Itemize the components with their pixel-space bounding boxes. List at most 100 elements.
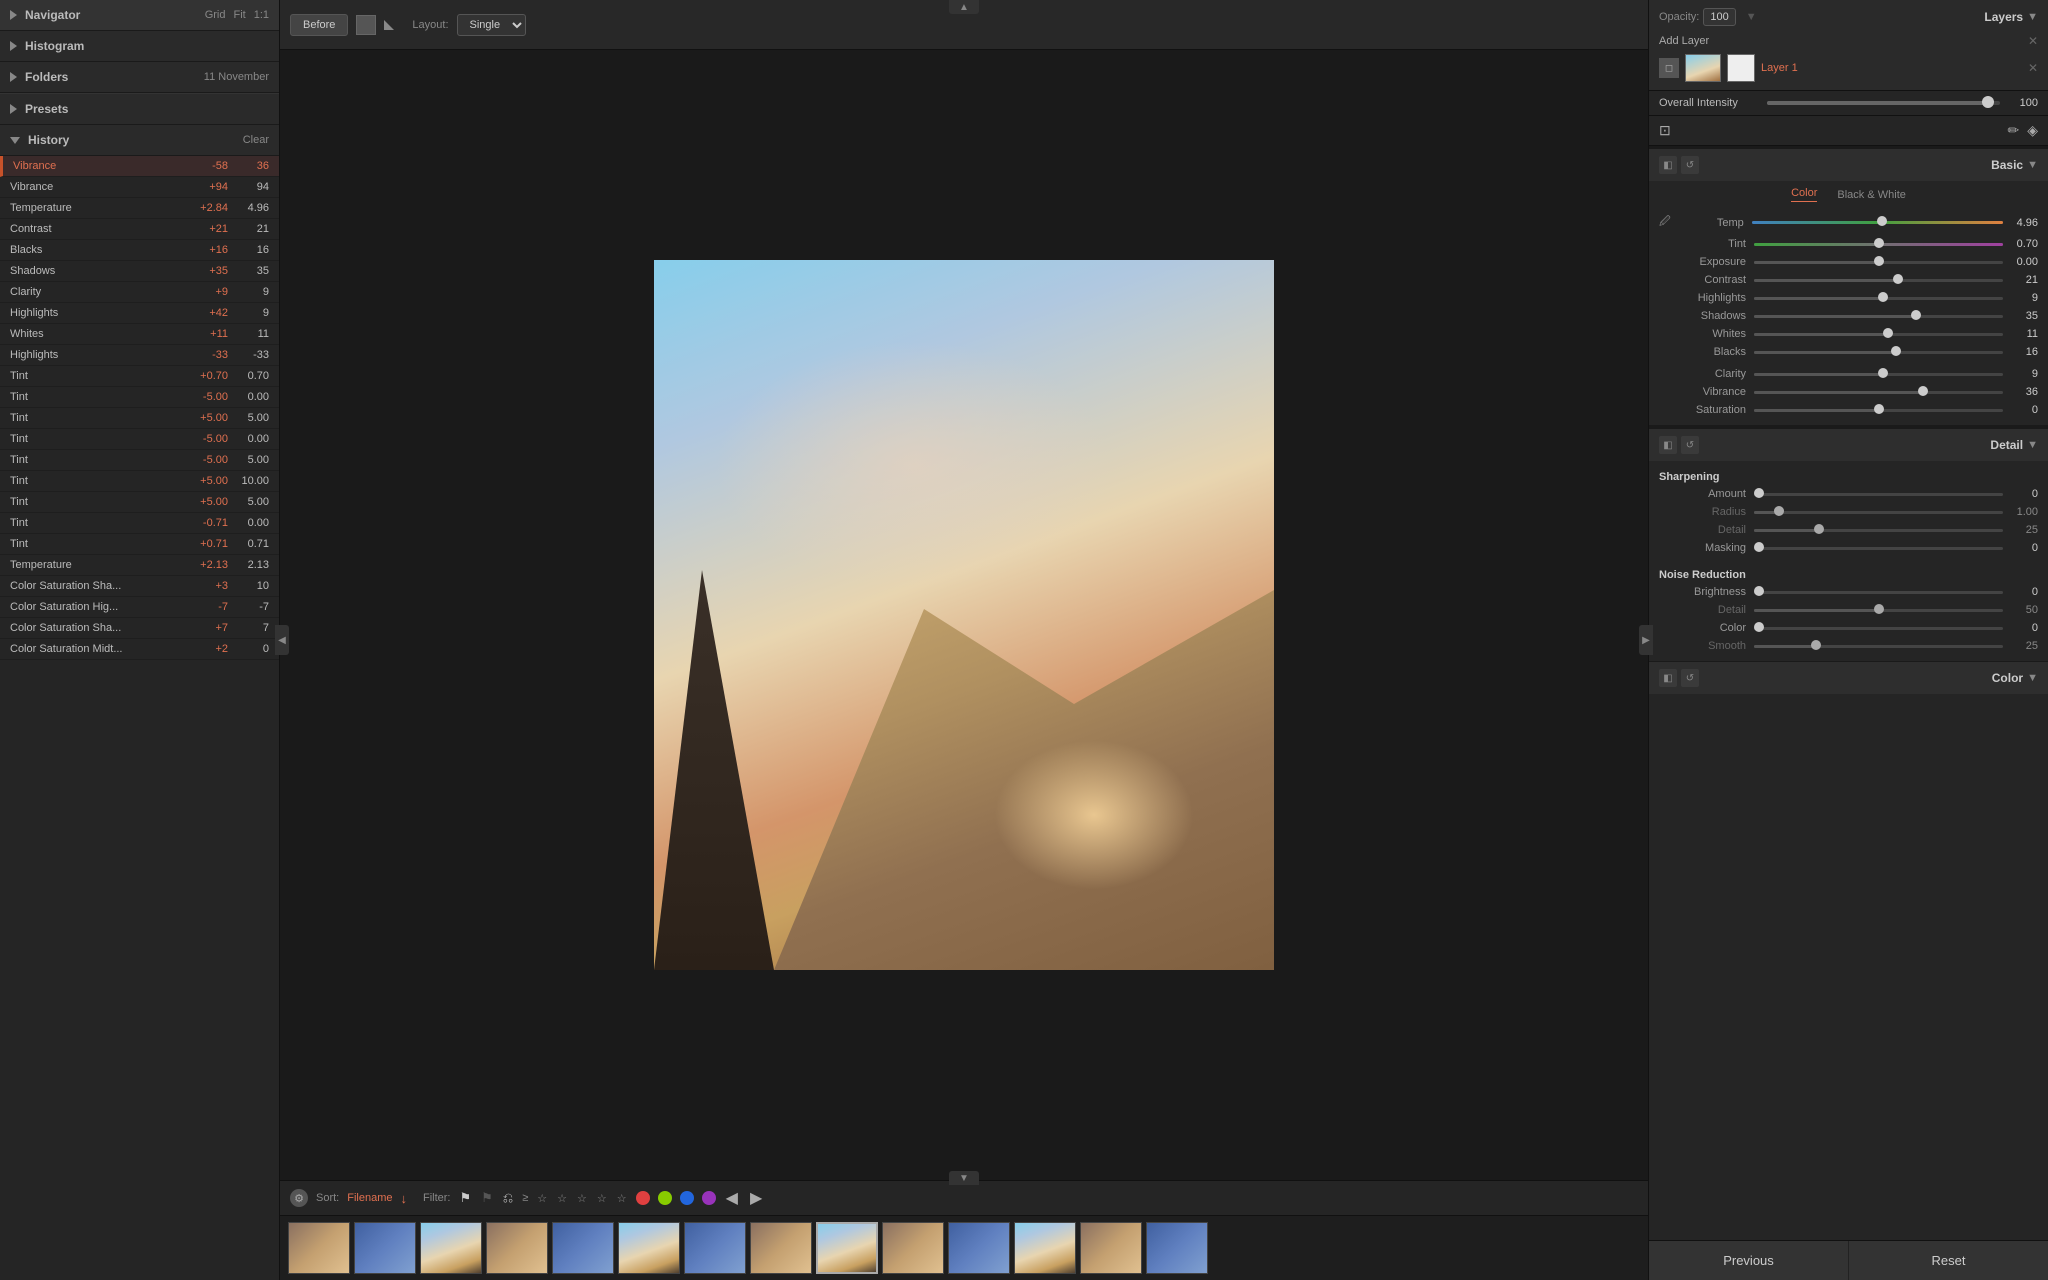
before-button[interactable]: Before	[290, 14, 348, 36]
highlights-thumb[interactable]	[1878, 292, 1888, 302]
history-toggle-icon[interactable]	[10, 137, 20, 144]
history-item[interactable]: Color Saturation Hig...-7-7	[0, 597, 279, 618]
star1-icon[interactable]: ☆	[537, 1192, 547, 1205]
basic-chevron-icon[interactable]: ▼	[2027, 159, 2038, 171]
color-blue-dot[interactable]	[680, 1191, 694, 1205]
tint-thumb[interactable]	[1874, 238, 1884, 248]
color-green-dot[interactable]	[658, 1191, 672, 1205]
pen-icon[interactable]: ✏	[2007, 122, 2019, 139]
eyedropper-icon[interactable]: 🖉	[1659, 213, 1671, 232]
history-item[interactable]: Vibrance+9494	[0, 177, 279, 198]
navigator-grid[interactable]: Grid	[205, 9, 226, 21]
sharpening-masking-thumb[interactable]	[1754, 542, 1764, 552]
opacity-value[interactable]: 100	[1703, 8, 1735, 26]
sharpening-radius-thumb[interactable]	[1774, 506, 1784, 516]
panel-top-arrow[interactable]: ▲	[949, 0, 979, 14]
crop-icon[interactable]: ⊡	[1659, 122, 1671, 139]
filmstrip-thumb[interactable]	[354, 1222, 416, 1274]
clarity-thumb[interactable]	[1878, 368, 1888, 378]
sharpening-amount-slider[interactable]	[1754, 493, 2003, 496]
contrast-slider[interactable]	[1754, 279, 2003, 282]
sharpening-detail-thumb[interactable]	[1814, 524, 1824, 534]
filmstrip-thumb[interactable]	[552, 1222, 614, 1274]
history-item[interactable]: Tint+0.710.71	[0, 534, 279, 555]
history-item[interactable]: Color Saturation Midt...+20	[0, 639, 279, 660]
filmstrip-thumb[interactable]	[618, 1222, 680, 1274]
layout-select[interactable]: Single Split	[457, 14, 526, 36]
sharpening-masking-slider[interactable]	[1754, 547, 2003, 550]
filmstrip-thumb[interactable]	[1014, 1222, 1076, 1274]
history-item[interactable]: Whites+1111	[0, 324, 279, 345]
shadows-slider[interactable]	[1754, 315, 2003, 318]
history-item[interactable]: Color Saturation Sha...+310	[0, 576, 279, 597]
filmstrip-thumb[interactable]	[1080, 1222, 1142, 1274]
add-layer-close-icon[interactable]: ✕	[2028, 34, 2038, 48]
folders-header[interactable]: Folders 11 November	[0, 62, 279, 93]
layers-chevron-icon[interactable]: ▼	[2027, 11, 2038, 23]
noise-color-thumb[interactable]	[1754, 622, 1764, 632]
history-item[interactable]: Tint+0.700.70	[0, 366, 279, 387]
filmstrip-gear-icon[interactable]: ⚙	[290, 1189, 308, 1207]
history-item[interactable]: Tint+5.005.00	[0, 408, 279, 429]
filmstrip-thumb[interactable]	[882, 1222, 944, 1274]
blacks-thumb[interactable]	[1891, 346, 1901, 356]
color-red-dot[interactable]	[636, 1191, 650, 1205]
filmstrip-thumb[interactable]	[684, 1222, 746, 1274]
layer-visibility-icon[interactable]: ◻	[1659, 58, 1679, 78]
tint-slider[interactable]	[1754, 243, 2003, 246]
saturation-thumb[interactable]	[1874, 404, 1884, 414]
overall-intensity-slider[interactable]	[1767, 101, 2000, 105]
filmstrip-thumb[interactable]	[1146, 1222, 1208, 1274]
navigator-header[interactable]: Navigator Grid Fit 1:1	[0, 0, 279, 31]
layer-name[interactable]: Layer 1	[1761, 62, 2022, 74]
noise-color-slider[interactable]	[1754, 627, 2003, 630]
color-section-stub[interactable]: ◧ ↺ Color ▼	[1649, 662, 2048, 694]
navigator-ratio[interactable]: 1:1	[254, 9, 269, 21]
basic-copy-icon[interactable]: ◧	[1659, 156, 1677, 174]
sort-direction-icon[interactable]: ↓	[400, 1191, 407, 1206]
noise-detail-slider[interactable]	[1754, 609, 2003, 612]
temp-thumb[interactable]	[1877, 216, 1887, 226]
color-reset-icon[interactable]: ↺	[1681, 669, 1699, 687]
layer-close-icon[interactable]: ✕	[2028, 61, 2038, 75]
flag3-icon[interactable]: ⎌	[503, 1190, 513, 1206]
history-item[interactable]: Tint+5.005.00	[0, 492, 279, 513]
filmstrip-thumb[interactable]	[486, 1222, 548, 1274]
filmstrip-thumb[interactable]	[816, 1222, 878, 1274]
view-triangle-icon[interactable]	[384, 20, 394, 30]
history-item[interactable]: Clarity+99	[0, 282, 279, 303]
history-item[interactable]: Temperature+2.844.96	[0, 198, 279, 219]
flag-icon[interactable]: ⚑	[459, 1190, 471, 1206]
right-panel-collapse-arrow[interactable]: ▶	[1639, 625, 1653, 655]
star4-icon[interactable]: ☆	[597, 1192, 607, 1205]
history-item[interactable]: Tint-5.005.00	[0, 450, 279, 471]
previous-button[interactable]: Previous	[1649, 1241, 1849, 1280]
history-clear-button[interactable]: Clear	[243, 134, 269, 146]
color-section-chevron[interactable]: ▼	[2027, 672, 2038, 684]
history-item[interactable]: Temperature+2.132.13	[0, 555, 279, 576]
overall-intensity-thumb[interactable]	[1982, 96, 1994, 108]
detail-copy-icon[interactable]: ◧	[1659, 436, 1677, 454]
view-square-icon[interactable]	[356, 15, 376, 35]
history-item[interactable]: Highlights+429	[0, 303, 279, 324]
history-item[interactable]: Highlights-33-33	[0, 345, 279, 366]
history-item[interactable]: Tint-5.000.00	[0, 387, 279, 408]
filmstrip-next-arrow[interactable]: ▶	[750, 1188, 762, 1208]
clarity-slider[interactable]	[1754, 373, 2003, 376]
star3-icon[interactable]: ☆	[577, 1192, 587, 1205]
flag2-icon[interactable]: ⚑	[481, 1190, 493, 1206]
sharpening-detail-slider[interactable]	[1754, 529, 2003, 532]
noise-brightness-slider[interactable]	[1754, 591, 2003, 594]
presets-header[interactable]: Presets	[0, 94, 279, 125]
basic-section-header[interactable]: ◧ ↺ Basic ▼	[1649, 149, 2048, 181]
color-purple-dot[interactable]	[702, 1191, 716, 1205]
history-item[interactable]: Shadows+3535	[0, 261, 279, 282]
filmstrip-prev-arrow[interactable]: ◀	[726, 1188, 738, 1208]
temp-slider[interactable]	[1752, 221, 2003, 224]
exposure-thumb[interactable]	[1874, 256, 1884, 266]
whites-thumb[interactable]	[1883, 328, 1893, 338]
navigator-fit[interactable]: Fit	[233, 9, 245, 21]
color-tab[interactable]: Color	[1791, 187, 1817, 202]
contrast-thumb[interactable]	[1893, 274, 1903, 284]
detail-section-header[interactable]: ◧ ↺ Detail ▼	[1649, 429, 2048, 461]
